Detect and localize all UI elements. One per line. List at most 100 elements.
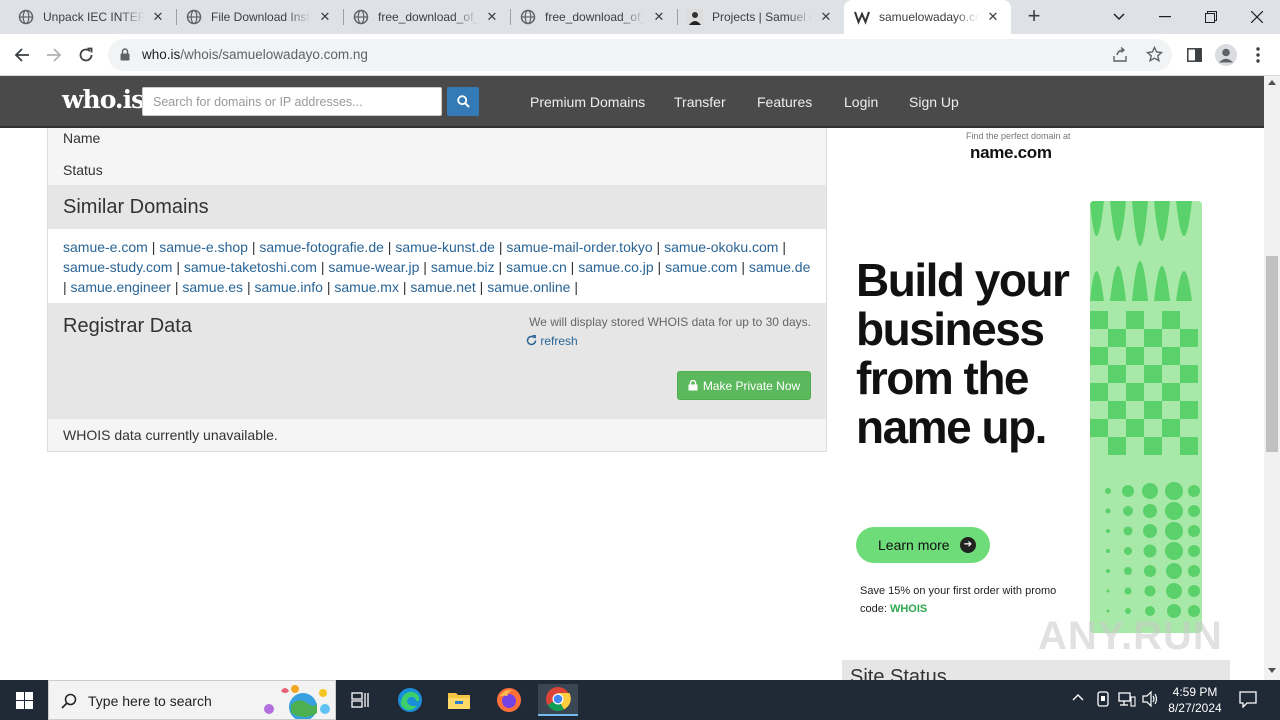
similar-domain-link[interactable]: samue.cn [506, 259, 567, 275]
similar-domain-link[interactable]: samue.de [749, 259, 810, 275]
similar-domain-link[interactable]: samue-fotografie.de [259, 239, 384, 255]
profile-avatar-icon[interactable] [1212, 41, 1240, 69]
browser-tab-active[interactable]: samuelowadayo.com.ng ✕ [844, 0, 1011, 34]
similar-domain-link[interactable]: samue-wear.jp [328, 259, 419, 275]
lock-icon [688, 380, 698, 391]
refresh-label[interactable]: refresh [540, 334, 577, 348]
similar-domains-heading: Similar Domains [63, 196, 209, 218]
link-separator: | [494, 259, 507, 275]
link-separator: | [778, 239, 786, 255]
scroll-thumb[interactable] [1266, 256, 1278, 452]
refresh-link[interactable]: refresh [526, 334, 578, 348]
link-separator: | [383, 239, 396, 255]
ad-pattern-graphic [1090, 201, 1202, 633]
refresh-icon [526, 334, 537, 346]
notifications-icon[interactable] [1239, 691, 1257, 711]
registrar-heading: Registrar Data [63, 315, 192, 337]
reload-icon[interactable] [72, 41, 100, 69]
search-button[interactable] [447, 87, 479, 116]
globe-icon [18, 9, 34, 25]
share-icon[interactable] [1112, 46, 1128, 68]
nav-premium-domains[interactable]: Premium Domains [530, 94, 645, 110]
close-tab-icon[interactable]: ✕ [317, 9, 333, 25]
similar-domain-link[interactable]: samue.info [254, 279, 322, 295]
side-panel-icon[interactable] [1180, 41, 1208, 69]
url-host: who.is [142, 47, 181, 62]
tray-overflow-icon[interactable] [1072, 690, 1084, 704]
similar-domain-link[interactable]: samue.biz [431, 259, 495, 275]
search-icon [456, 95, 470, 108]
close-tab-icon[interactable]: ✕ [484, 9, 500, 25]
similar-domain-link[interactable]: samue.mx [334, 279, 399, 295]
similar-domain-link[interactable]: samue-taketoshi.com [184, 259, 317, 275]
file-explorer-icon[interactable] [439, 684, 479, 716]
similar-domain-link[interactable]: samue-e.shop [159, 239, 248, 255]
link-separator: | [475, 279, 488, 295]
close-tab-icon[interactable]: ✕ [818, 9, 834, 25]
close-tab-icon[interactable]: ✕ [150, 9, 166, 25]
site-status-header: Site Status [842, 660, 1230, 680]
close-window-icon[interactable] [1234, 0, 1280, 34]
link-separator: | [243, 279, 255, 295]
browser-tab[interactable]: File Download Instructions ✕ [176, 0, 343, 34]
network-icon[interactable] [1118, 691, 1136, 710]
browser-tab[interactable]: Unpack IEC INTERNATIONAL ✕ [8, 0, 176, 34]
similar-domain-link[interactable]: samue.online [487, 279, 570, 295]
name-label: Name [63, 130, 101, 146]
nav-transfer[interactable]: Transfer [674, 94, 726, 110]
edge-browser-icon[interactable] [390, 684, 430, 716]
link-separator: | [566, 259, 579, 275]
scroll-down-icon[interactable] [1268, 668, 1276, 673]
whois-logo[interactable]: who.is [62, 85, 145, 114]
browser-tab[interactable]: free_download_of_ ✕ [510, 0, 677, 34]
chrome-icon[interactable] [538, 684, 578, 716]
back-icon[interactable] [8, 41, 36, 69]
similar-domain-link[interactable]: samue-kunst.de [395, 239, 495, 255]
similar-domain-link[interactable]: samue.com [665, 259, 737, 275]
ad-learn-more-button[interactable]: Learn more ➔ [856, 527, 990, 563]
tab-title: File Download Instructions [211, 10, 311, 24]
system-clock[interactable]: 4:59 PM 8/27/2024 [1158, 684, 1232, 716]
ad-brand-logo[interactable]: name.com [970, 143, 1052, 163]
tab-title: Projects | Samuel Owadayo [712, 10, 812, 24]
tab-strip: Unpack IEC INTERNATIONAL ✕ File Download… [0, 0, 1280, 34]
bookmark-star-icon[interactable] [1145, 45, 1164, 68]
nav-sign-up[interactable]: Sign Up [909, 94, 959, 110]
link-separator: | [147, 239, 160, 255]
link-separator: | [737, 259, 749, 275]
browser-tab[interactable]: Projects | Samuel Owadayo ✕ [677, 0, 844, 34]
close-tab-icon[interactable]: ✕ [985, 9, 1001, 25]
similar-domain-link[interactable]: samue-okoku.com [664, 239, 778, 255]
forward-icon[interactable] [40, 41, 68, 69]
nav-features[interactable]: Features [757, 94, 812, 110]
taskbar-search-box[interactable]: Type here to search [48, 680, 336, 720]
windows-start-icon[interactable] [0, 680, 48, 720]
minimize-icon[interactable] [1142, 0, 1188, 34]
browser-tab[interactable]: free_download_of_ ✕ [343, 0, 510, 34]
close-tab-icon[interactable]: ✕ [651, 9, 667, 25]
make-private-button[interactable]: Make Private Now [677, 371, 811, 400]
similar-domain-link[interactable]: samue-study.com [63, 259, 172, 275]
device-icon[interactable] [1096, 691, 1110, 710]
new-tab-button[interactable]: + [1022, 5, 1046, 29]
similar-domain-link[interactable]: samue.es [182, 279, 243, 295]
restore-icon[interactable] [1188, 0, 1234, 34]
link-separator: | [316, 259, 329, 275]
similar-domain-link[interactable]: samue-e.com [63, 239, 148, 255]
nav-login[interactable]: Login [844, 94, 878, 110]
task-view-icon[interactable] [340, 684, 380, 716]
address-bar[interactable]: who.is/whois/samuelowadayo.com.ng [108, 39, 1172, 71]
link-separator: | [172, 259, 184, 275]
globe-icon [186, 9, 202, 25]
lock-icon[interactable] [120, 48, 130, 66]
page-scrollbar[interactable] [1264, 76, 1280, 680]
similar-domain-link[interactable]: samue.net [410, 279, 475, 295]
menu-dots-icon[interactable] [1244, 41, 1272, 69]
similar-domain-link[interactable]: samue.co.jp [578, 259, 653, 275]
domain-search-input[interactable]: Search for domains or IP addresses... [142, 87, 442, 116]
similar-domain-link[interactable]: samue-mail-order.tokyo [506, 239, 652, 255]
similar-domain-link[interactable]: samue.engineer [71, 279, 171, 295]
scroll-up-icon[interactable] [1268, 80, 1276, 85]
tab-search-icon[interactable] [1096, 0, 1142, 34]
firefox-icon[interactable] [489, 684, 529, 716]
